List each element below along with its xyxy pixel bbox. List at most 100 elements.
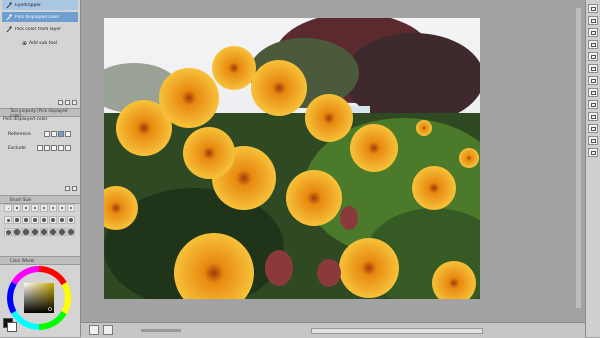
subtool-eyedropper[interactable]: Eyedropper: [2, 0, 78, 10]
subtool-pick-displayed-color[interactable]: Pick displayed color: [2, 12, 78, 22]
brush-size-cell[interactable]: [31, 204, 39, 212]
canvas-status-bar: [81, 322, 585, 338]
panel-icon: [590, 18, 596, 23]
brush-size-preview: [59, 229, 65, 235]
delete-sub-tool-button[interactable]: [65, 100, 70, 105]
brush-size-cell[interactable]: [49, 204, 57, 212]
brush-size-cell[interactable]: [58, 204, 66, 212]
exclude-option-4[interactable]: [58, 145, 64, 151]
exclude-label: Exclude: [8, 146, 26, 151]
brush-size-cell[interactable]: [22, 204, 30, 212]
dock-button-6[interactable]: [588, 64, 598, 73]
panel-icon: [590, 54, 596, 59]
brush-size-header[interactable]: Brush Size: [0, 195, 80, 204]
brush-size-cell[interactable]: [31, 216, 39, 224]
panel-icon: [590, 6, 596, 11]
brush-size-cell[interactable]: [31, 228, 39, 236]
panel-icon: [590, 30, 596, 35]
brush-size-cell[interactable]: [40, 216, 48, 224]
brush-size-preview: [33, 218, 37, 222]
brush-size-preview: [23, 229, 29, 235]
vertical-scrollbar[interactable]: [576, 8, 581, 308]
panel-icon: [590, 78, 596, 83]
brush-size-cell[interactable]: [67, 228, 75, 236]
exclude-option-1[interactable]: [37, 145, 43, 151]
eyedropper-icon: [4, 1, 12, 9]
brush-size-preview: [14, 229, 20, 235]
dock-button-11[interactable]: [588, 124, 598, 133]
wrench-icon[interactable]: [72, 186, 77, 191]
brush-size-preview: [6, 218, 10, 222]
brush-size-cell[interactable]: [58, 228, 66, 236]
navigator-button[interactable]: [89, 325, 99, 335]
dock-button-1[interactable]: [588, 4, 598, 13]
exclude-option-3[interactable]: [51, 145, 57, 151]
brush-size-cell[interactable]: [13, 204, 21, 212]
add-sub-tool-button[interactable]: ⊕ Add sub tool: [22, 40, 57, 47]
panel-icon: [590, 102, 596, 107]
subtool-label: Pick displayed color: [15, 14, 60, 20]
reference-option-4[interactable]: [65, 131, 71, 137]
brush-size-preview: [42, 218, 46, 222]
zoom-slider[interactable]: [141, 329, 181, 332]
dock-button-9[interactable]: [588, 100, 598, 109]
dock-button-10[interactable]: [588, 112, 598, 121]
color-wheel-title: Color Wheel: [10, 258, 35, 263]
panel-icon: [590, 126, 596, 131]
settings-icon[interactable]: [65, 186, 70, 191]
add-sub-tool-label: Add sub tool: [29, 41, 58, 46]
brush-size-cell[interactable]: [49, 216, 57, 224]
brush-size-preview: [60, 206, 64, 210]
subtool-pick-color-from-layer[interactable]: Pick color from layer: [2, 24, 78, 34]
reference-label: Reference: [8, 132, 31, 137]
new-sub-tool-button[interactable]: [72, 100, 77, 105]
color-wheel-header[interactable]: Color Wheel: [0, 256, 80, 265]
panel-icon: [590, 42, 596, 47]
dock-button-12[interactable]: [588, 136, 598, 145]
horizontal-scrollbar[interactable]: [311, 328, 483, 334]
brush-size-cell[interactable]: [67, 204, 75, 212]
reference-option-2[interactable]: [51, 131, 57, 137]
exclude-option-5[interactable]: [65, 145, 71, 151]
panel-icon: [590, 66, 596, 71]
brush-size-cell[interactable]: [40, 228, 48, 236]
dock-button-7[interactable]: [588, 76, 598, 85]
brush-size-cell[interactable]: [4, 228, 12, 236]
reference-option-1[interactable]: [44, 131, 50, 137]
panel-menu-button[interactable]: [58, 100, 63, 105]
dock-button-2[interactable]: [588, 16, 598, 25]
brush-size-preview: [15, 218, 19, 222]
dock-button-8[interactable]: [588, 88, 598, 97]
brush-size-preview: [24, 218, 28, 222]
tool-property-header[interactable]: Tool property [Pick displayed color]: [0, 108, 80, 118]
canvas-area[interactable]: [81, 0, 585, 322]
grid-toggle-button[interactable]: [103, 325, 113, 335]
add-icon: ⊕: [22, 40, 28, 47]
brush-size-preview: [7, 207, 9, 209]
dock-button-4[interactable]: [588, 40, 598, 49]
dock-button-5[interactable]: [588, 52, 598, 61]
dock-button-3[interactable]: [588, 28, 598, 37]
brush-size-title: Brush Size: [10, 197, 32, 202]
canvas-image[interactable]: [104, 18, 480, 299]
brush-size-cell[interactable]: [58, 216, 66, 224]
brush-size-cell[interactable]: [67, 216, 75, 224]
saturation-value-square[interactable]: [24, 283, 54, 313]
brush-size-cell[interactable]: [40, 204, 48, 212]
brush-size-cell[interactable]: [13, 228, 21, 236]
brush-size-cell[interactable]: [4, 204, 12, 212]
brush-size-cell[interactable]: [22, 228, 30, 236]
exclude-option-2[interactable]: [44, 145, 50, 151]
brush-size-cell[interactable]: [22, 216, 30, 224]
brush-size-preview: [51, 206, 55, 210]
brush-size-preview: [68, 217, 74, 223]
panel-icon: [590, 150, 596, 155]
brush-size-cell[interactable]: [49, 228, 57, 236]
brush-size-preview: [50, 229, 56, 235]
sub-color-swatch[interactable]: [7, 322, 17, 332]
brush-size-cell[interactable]: [13, 216, 21, 224]
reference-option-3[interactable]: [58, 131, 64, 137]
eyedropper-icon: [4, 25, 12, 33]
brush-size-cell[interactable]: [4, 216, 12, 224]
dock-button-13[interactable]: [588, 148, 598, 157]
